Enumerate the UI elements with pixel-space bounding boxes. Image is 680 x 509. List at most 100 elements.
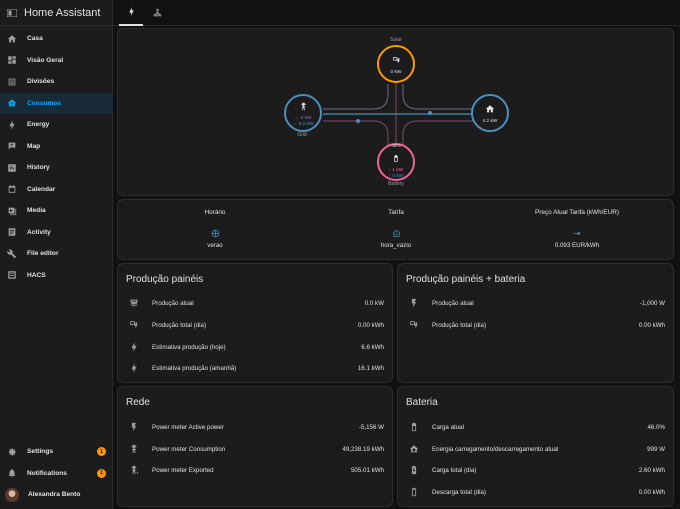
sofa-icon xyxy=(7,77,17,87)
entity-name: Power meter Active power xyxy=(152,423,224,431)
entity-value: 46.0% xyxy=(647,423,665,431)
media-icon xyxy=(7,206,17,216)
entity-row[interactable]: Power meter Active power -5,156 W xyxy=(126,420,384,434)
entity-name: Estimativa produção (amanhã) xyxy=(152,364,237,372)
sidebar-item-hacs[interactable]: HACS xyxy=(0,265,113,287)
entity-value: 999 W xyxy=(647,445,665,453)
flash-icon xyxy=(129,422,139,432)
lightning-bolt-icon xyxy=(127,3,136,21)
tab-sankey[interactable] xyxy=(145,0,169,26)
entity-row[interactable]: Estimativa produção (hoje) 6.6 kWh xyxy=(126,340,384,354)
entity-value: 16.1 kWh xyxy=(357,364,384,372)
flow-dot xyxy=(428,111,432,115)
entity-row[interactable]: Descarga total (dia) 0.00 kWh xyxy=(406,485,665,499)
grid-out-value: → 5.2 kW xyxy=(292,122,314,127)
entity-value: 49,238.19 kWh xyxy=(342,445,384,453)
menu-icon[interactable] xyxy=(5,6,19,20)
solar-power-icon xyxy=(129,320,139,330)
sidebar-item-label: Settings xyxy=(27,448,54,456)
home-lightning-icon xyxy=(7,98,17,108)
calendar-clock-icon xyxy=(211,225,220,243)
entity-row[interactable]: Carga atual 46.0% xyxy=(406,420,665,434)
grid-label: Grid xyxy=(297,132,307,138)
entity-row[interactable]: Produção atual 0.0 kW xyxy=(126,296,384,310)
sidebar-item-casa[interactable]: Casa xyxy=(0,28,113,50)
entity-value: 6.6 kWh xyxy=(361,343,384,351)
entity-row[interactable]: Produção total (dia) 0.00 kWh xyxy=(126,318,384,332)
entity-row[interactable]: Power meter Exported 505.01 kWh xyxy=(126,463,384,477)
sidebar-item-calendar[interactable]: Calendar xyxy=(0,179,113,201)
solar-to-home-line xyxy=(402,84,475,110)
avatar xyxy=(5,487,19,502)
battery-label: Battery xyxy=(388,181,404,187)
entity-row[interactable]: Carga total (dia) 2.60 kWh xyxy=(406,463,665,477)
tariff-value: verao xyxy=(207,242,223,249)
home-icon xyxy=(485,101,495,119)
sidebar-item-user[interactable]: Alexandra Bento xyxy=(0,484,113,506)
dashboard-icon xyxy=(7,55,17,65)
energy-distribution-card: Solar 0 kW ← 0 kW → 5.2 kW Grid 4.2 kW 4… xyxy=(117,28,674,196)
sidebar-item-visao-geral[interactable]: Visão Geral xyxy=(0,50,113,72)
sidebar-item-file-editor[interactable]: File editor xyxy=(0,243,113,265)
transmission-tower-import-icon xyxy=(129,444,139,454)
home-battery-icon xyxy=(409,444,419,454)
flash-icon xyxy=(409,298,419,308)
transmission-tower-icon xyxy=(299,98,308,116)
grid-node[interactable]: ← 0 kW → 5.2 kW xyxy=(284,94,322,132)
sidebar-item-consumos[interactable]: Consumos xyxy=(0,92,113,114)
entity-value: 0.00 kWh xyxy=(638,321,665,329)
entity-value: 2.60 kWh xyxy=(638,466,665,474)
sidebar-item-label: Media xyxy=(27,207,46,215)
settings-badge: 1 xyxy=(97,447,106,457)
entity-value: -5,156 W xyxy=(358,423,384,431)
lightning-bolt-icon xyxy=(129,363,139,373)
entity-value: -1,000 W xyxy=(639,299,665,307)
transmission-tower-export-icon xyxy=(129,465,139,475)
app-title: Home Assistant xyxy=(24,6,101,19)
tariff-value: 0.093 EUR/kWh xyxy=(554,242,600,249)
map-icon xyxy=(7,141,17,151)
sidebar-item-activity[interactable]: Activity xyxy=(0,222,113,244)
solar-panel-icon xyxy=(129,298,139,308)
sidebar-item-label: Calendar xyxy=(27,185,56,193)
sidebar-item-notifications[interactable]: Notifications 1 xyxy=(0,463,113,485)
sidebar-header: Home Assistant xyxy=(0,0,112,26)
entity-name: Carga total (dia) xyxy=(432,466,477,474)
entity-name: Produção atual xyxy=(152,299,194,307)
card-title: Bateria xyxy=(406,397,438,408)
sidebar-item-divisoes[interactable]: Divisões xyxy=(0,71,113,93)
sidebar-item-history[interactable]: History xyxy=(0,157,113,179)
sidebar-item-settings[interactable]: Settings 1 xyxy=(0,441,113,463)
transmission-tower-arrow-icon xyxy=(573,225,582,243)
entity-row[interactable]: Power meter Consumption 49,238.19 kWh xyxy=(126,442,384,456)
sidebar-item-energy[interactable]: Energy xyxy=(0,114,113,136)
sidebar-item-media[interactable]: Media xyxy=(0,200,113,222)
solar-to-grid-line xyxy=(323,84,389,110)
grid-to-battery-line xyxy=(323,120,389,149)
battery-icon xyxy=(392,150,400,168)
entity-row[interactable]: Produção atual -1,000 W xyxy=(406,296,665,310)
tariff-header: Horário xyxy=(204,209,226,216)
solar-node[interactable]: 0 kW xyxy=(377,45,415,83)
sidebar-item-label: HACS xyxy=(27,271,46,279)
solar-power-icon xyxy=(409,320,419,330)
notifications-badge: 1 xyxy=(97,468,106,478)
sidebar-item-label: Divisões xyxy=(27,78,55,86)
producao-paineis-card: Produção painéis Produção atual 0.0 kW P… xyxy=(117,263,393,383)
entity-row[interactable]: Estimativa produção (amanhã) 16.1 kWh xyxy=(126,361,384,375)
home-node[interactable]: 4.2 kW xyxy=(471,94,509,132)
entity-name: Produção total (dia) xyxy=(432,321,486,329)
lightning-bolt-icon xyxy=(7,120,17,130)
card-title: Rede xyxy=(126,397,150,408)
rede-card: Rede Power meter Active power -5,156 W P… xyxy=(117,386,393,507)
battery-node[interactable]: 46% ↓ 1 kW ↑ 0 kW xyxy=(377,143,415,181)
entity-name: Power meter Exported xyxy=(152,466,214,474)
tab-energy[interactable] xyxy=(119,0,143,26)
entity-row[interactable]: Produção total (dia) 0.00 kWh xyxy=(406,318,665,332)
entity-name: Produção atual xyxy=(432,299,474,307)
sidebar-item-map[interactable]: Map xyxy=(0,136,113,158)
sidebar-item-label: History xyxy=(27,164,50,172)
entity-row[interactable]: Energia carregamento/descarregamento atu… xyxy=(406,442,665,456)
solar-power-icon xyxy=(392,52,401,70)
sitemap-icon xyxy=(153,4,162,22)
